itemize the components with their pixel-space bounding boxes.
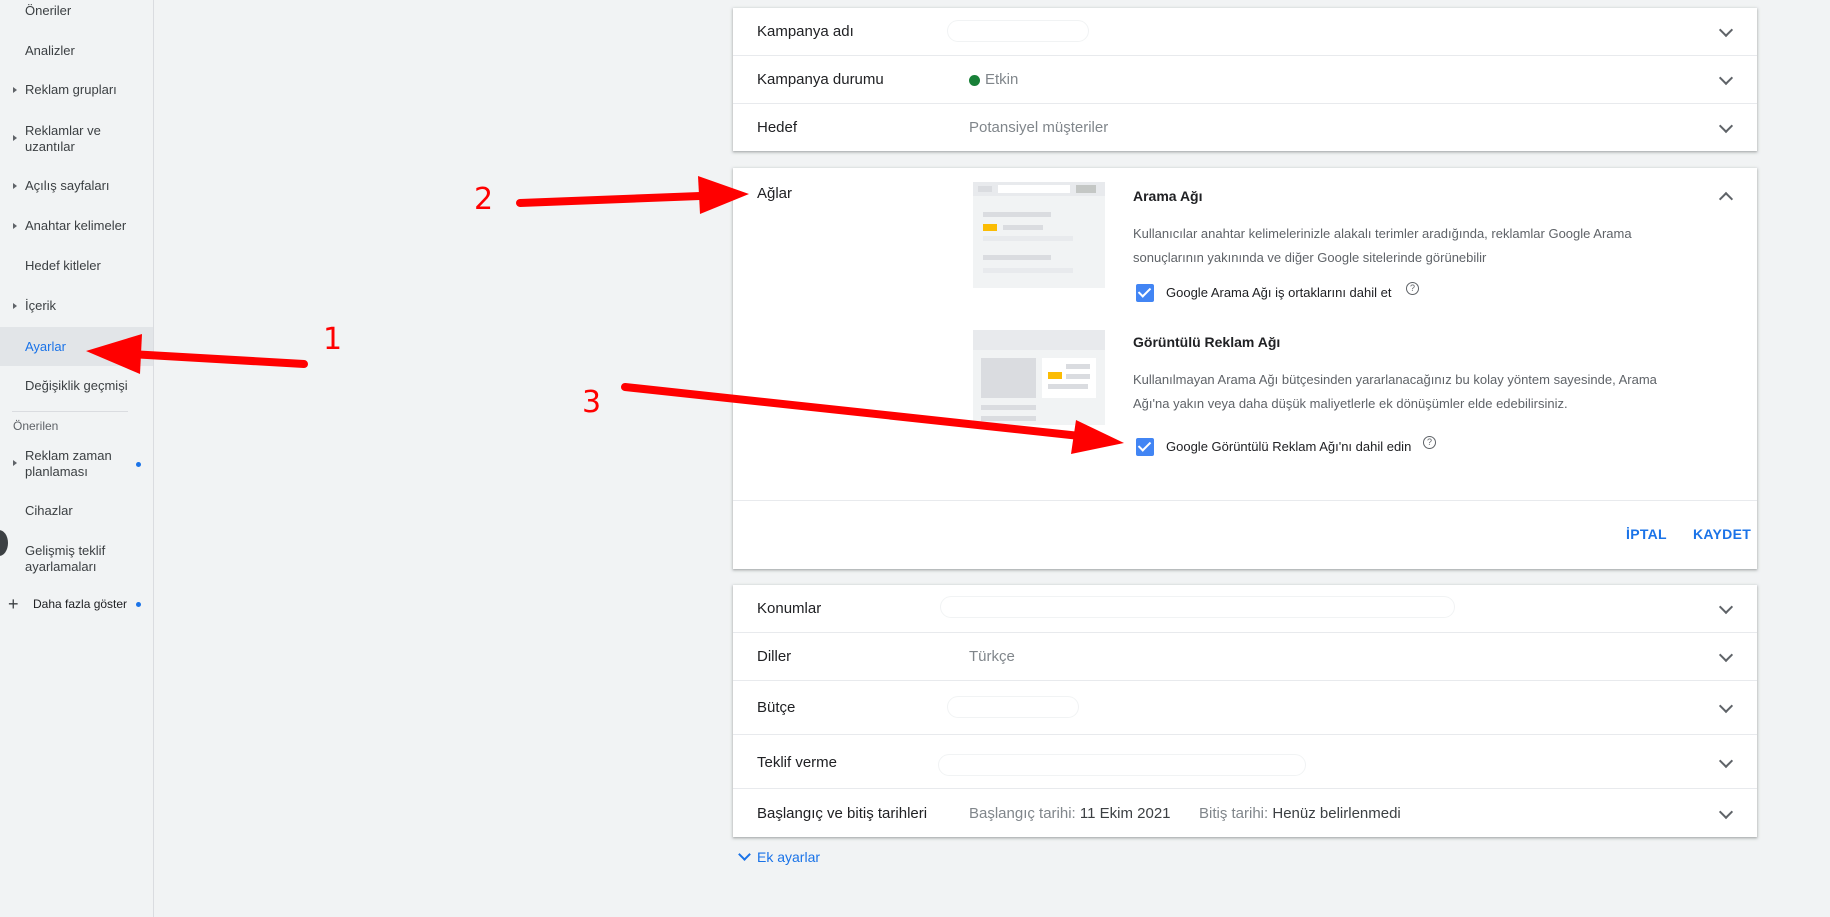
annotation-number-3: 3 xyxy=(582,385,602,420)
annotation-arrows xyxy=(86,176,1124,454)
annotation-number-1: 1 xyxy=(323,322,343,357)
annotation-arrow-1 xyxy=(86,334,308,374)
annotation-arrow-2 xyxy=(516,176,749,214)
annotation-number-2: 2 xyxy=(474,182,494,217)
annotation-arrow-3 xyxy=(621,383,1124,454)
